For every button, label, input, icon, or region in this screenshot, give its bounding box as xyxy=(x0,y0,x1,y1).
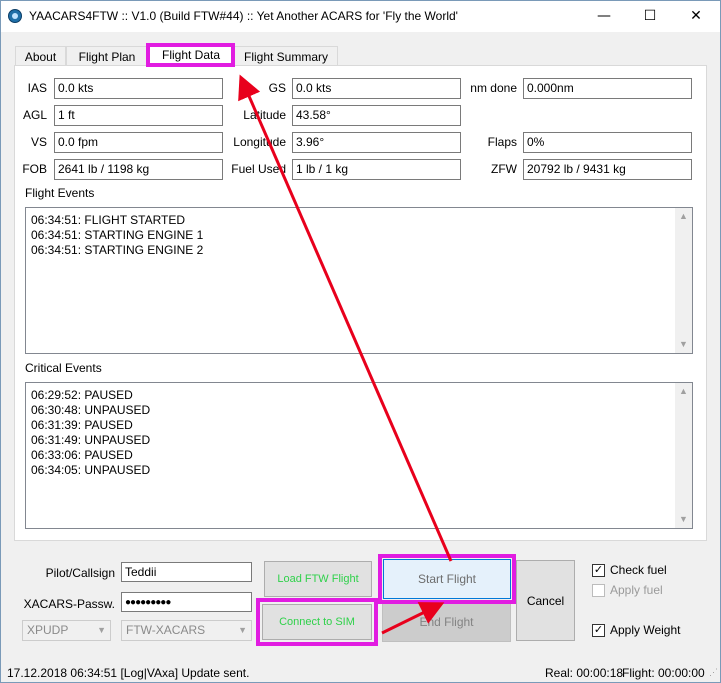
chevron-down-icon: ▼ xyxy=(97,625,106,635)
real-time-text: Real: 00:00:18 xyxy=(545,666,624,680)
list-item: 06:34:51: STARTING ENGINE 1 xyxy=(31,228,204,242)
list-item: 06:34:05: UNPAUSED xyxy=(31,463,151,477)
apply-fuel-checkbox[interactable] xyxy=(592,584,605,597)
tab-flight-plan[interactable]: Flight Plan xyxy=(66,46,148,66)
ias-field[interactable]: 0.0 kts xyxy=(54,78,223,99)
scroll-up-icon[interactable]: ▲ xyxy=(675,383,692,400)
protocol-select[interactable]: XPUDP ▼ xyxy=(22,620,111,641)
close-button[interactable]: ✕ xyxy=(673,1,719,32)
server-value: FTW-XACARS xyxy=(126,623,206,637)
agl-field[interactable]: 1 ft xyxy=(54,105,223,126)
fob-field[interactable]: 2641 lb / 1198 kg xyxy=(54,159,223,180)
ias-label: IAS xyxy=(27,81,47,95)
vs-label: VS xyxy=(30,135,47,149)
load-ftw-flight-button[interactable]: Load FTW Flight xyxy=(264,561,372,597)
check-fuel-checkbox[interactable]: ✓ xyxy=(592,564,605,577)
critical-events-list[interactable]: 06:29:52: PAUSED 06:30:48: UNPAUSED 06:3… xyxy=(25,382,693,529)
window-title: YAACARS4FTW :: V1.0 (Build FTW#44) :: Ye… xyxy=(29,9,458,23)
latitude-field[interactable]: 43.58° xyxy=(292,105,461,126)
password-input[interactable]: ●●●●●●●●● xyxy=(121,592,252,612)
server-select[interactable]: FTW-XACARS ▼ xyxy=(121,620,252,641)
app-logo-icon xyxy=(8,9,22,23)
nm-done-field[interactable]: 0.000nm xyxy=(523,78,692,99)
flaps-label: Flaps xyxy=(487,135,517,149)
list-item: 06:33:06: PAUSED xyxy=(31,448,133,462)
latitude-label: Latitude xyxy=(243,108,286,122)
agl-label: AGL xyxy=(22,108,47,122)
fuel-used-field[interactable]: 1 lb / 1 kg xyxy=(292,159,461,180)
zfw-label: ZFW xyxy=(491,162,517,176)
callsign-input[interactable]: Teddii xyxy=(121,562,252,582)
password-label: XACARS-Passw. xyxy=(23,597,115,611)
app-window: YAACARS4FTW :: V1.0 (Build FTW#44) :: Ye… xyxy=(0,0,721,683)
apply-weight-checkbox[interactable]: ✓ xyxy=(592,624,605,637)
flight-time-text: Flight: 00:00:00 xyxy=(622,666,705,680)
longitude-field[interactable]: 3.96° xyxy=(292,132,461,153)
flight-events-label: Flight Events xyxy=(25,186,95,200)
callsign-label: Pilot/Callsign xyxy=(45,566,115,580)
scroll-down-icon[interactable]: ▼ xyxy=(675,336,692,353)
cancel-button[interactable]: Cancel xyxy=(516,560,575,641)
longitude-label: Longitude xyxy=(233,135,286,149)
protocol-value: XPUDP xyxy=(27,623,69,637)
status-bar: 17.12.2018 06:34:51 [Log|VAxa] Update se… xyxy=(1,661,720,682)
list-item: 06:29:52: PAUSED xyxy=(31,388,133,402)
title-bar[interactable]: YAACARS4FTW :: V1.0 (Build FTW#44) :: Ye… xyxy=(1,1,720,32)
flaps-field[interactable]: 0% xyxy=(523,132,692,153)
connect-to-sim-button[interactable]: Connect to SIM xyxy=(262,604,372,640)
gs-field[interactable]: 0.0 kts xyxy=(292,78,461,99)
tab-about[interactable]: About xyxy=(15,46,66,66)
chevron-down-icon: ▼ xyxy=(238,625,247,635)
scroll-down-icon[interactable]: ▼ xyxy=(675,511,692,528)
vs-field[interactable]: 0.0 fpm xyxy=(54,132,223,153)
zfw-field[interactable]: 20792 lb / 9431 kg xyxy=(523,159,692,180)
list-item: 06:31:39: PAUSED xyxy=(31,418,133,432)
minimize-button[interactable]: — xyxy=(581,1,627,32)
flight-events-list[interactable]: 06:34:51: FLIGHT STARTED 06:34:51: START… xyxy=(25,207,693,354)
tab-flight-summary[interactable]: Flight Summary xyxy=(234,46,338,66)
scroll-up-icon[interactable]: ▲ xyxy=(675,208,692,225)
resize-grip-icon[interactable]: ⋰ xyxy=(709,667,718,678)
fob-label: FOB xyxy=(22,162,47,176)
scrollbar[interactable]: ▲ ▼ xyxy=(675,383,692,528)
nm-done-label: nm done xyxy=(470,81,517,95)
apply-weight-label: Apply Weight xyxy=(610,623,681,637)
scrollbar[interactable]: ▲ ▼ xyxy=(675,208,692,353)
list-item: 06:34:51: STARTING ENGINE 2 xyxy=(31,243,204,257)
apply-fuel-label: Apply fuel xyxy=(610,583,663,597)
fuel-used-label: Fuel Used xyxy=(231,162,286,176)
tab-flight-data[interactable]: Flight Data xyxy=(148,44,234,66)
critical-events-label: Critical Events xyxy=(25,361,102,375)
check-fuel-label: Check fuel xyxy=(610,563,667,577)
maximize-button[interactable]: ☐ xyxy=(627,1,673,32)
start-flight-button[interactable]: Start Flight xyxy=(383,559,511,599)
end-flight-button[interactable]: End Flight xyxy=(382,602,511,642)
gs-label: GS xyxy=(268,81,286,95)
list-item: 06:31:49: UNPAUSED xyxy=(31,433,151,447)
list-item: 06:34:51: FLIGHT STARTED xyxy=(31,213,186,227)
list-item: 06:30:48: UNPAUSED xyxy=(31,403,151,417)
status-log-text: 17.12.2018 06:34:51 [Log|VAxa] Update se… xyxy=(7,666,250,680)
